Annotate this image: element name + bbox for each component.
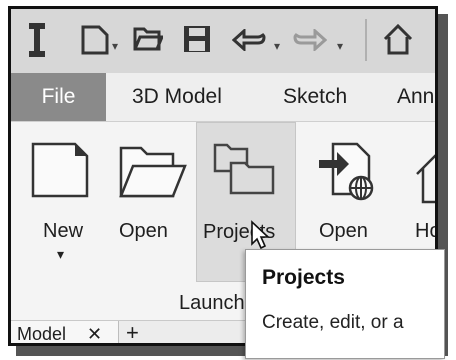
model-document-tab[interactable]: Model ✕ bbox=[11, 321, 119, 344]
add-tab-icon[interactable]: + bbox=[126, 320, 139, 343]
tab-annotate[interactable]: Ann bbox=[397, 85, 434, 109]
projects-folder-icon bbox=[213, 143, 277, 200]
open-folder-icon[interactable] bbox=[133, 25, 165, 58]
open-button[interactable]: Open bbox=[115, 128, 195, 278]
new-document-icon bbox=[31, 142, 89, 203]
app-logo-icon bbox=[27, 23, 47, 62]
new-dropdown-icon[interactable]: ▾ bbox=[57, 246, 64, 263]
ribbon-tab-bar: File 3D Model Sketch Ann bbox=[11, 73, 435, 122]
new-dropdown-icon[interactable]: ▾ bbox=[112, 39, 118, 53]
toolbar-separator bbox=[365, 19, 367, 61]
model-tab-label: Model bbox=[17, 324, 67, 344]
open-samples-button-label: Open bbox=[319, 220, 368, 242]
ribbon-group-label: Launch bbox=[179, 292, 245, 314]
tooltip-title: Projects bbox=[262, 266, 345, 289]
new-button[interactable]: New ▾ bbox=[27, 128, 107, 278]
projects-tooltip: Projects Create, edit, or a bbox=[245, 249, 445, 359]
mouse-pointer-icon bbox=[250, 220, 271, 255]
home-icon[interactable] bbox=[383, 23, 413, 60]
home-button-label: Ho bbox=[415, 220, 435, 242]
quick-access-toolbar: ▾ ▾ ▾ bbox=[11, 9, 435, 74]
save-icon[interactable] bbox=[183, 25, 211, 58]
undo-dropdown-icon[interactable]: ▾ bbox=[274, 39, 280, 53]
redo-dropdown-icon[interactable]: ▾ bbox=[337, 39, 343, 53]
open-button-label: Open bbox=[119, 220, 168, 242]
tab-sketch[interactable]: Sketch bbox=[283, 85, 347, 109]
undo-icon[interactable] bbox=[231, 27, 266, 56]
new-document-icon[interactable] bbox=[81, 25, 109, 60]
tooltip-description: Create, edit, or a bbox=[262, 312, 404, 333]
tab-3d-model[interactable]: 3D Model bbox=[132, 85, 222, 109]
open-samples-icon bbox=[317, 138, 379, 207]
new-button-label: New bbox=[43, 220, 84, 242]
tab-file[interactable]: File bbox=[11, 73, 106, 121]
close-icon[interactable]: ✕ bbox=[87, 321, 102, 343]
home-icon bbox=[415, 146, 435, 211]
open-folder-icon bbox=[119, 142, 187, 203]
redo-icon[interactable] bbox=[293, 27, 328, 56]
